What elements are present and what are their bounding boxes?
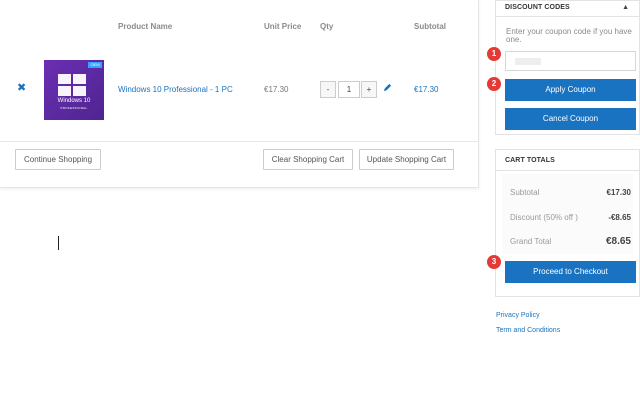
step-marker-1: 1 — [487, 47, 501, 61]
proceed-to-checkout-button[interactable]: Proceed to Checkout — [505, 261, 636, 283]
cart-panel: Product Name Unit Price Qty Subtotal ✖ O… — [0, 0, 479, 188]
update-cart-button[interactable]: Update Shopping Cart — [359, 149, 454, 170]
subtotal-value: €17.30 — [606, 188, 631, 197]
header-product-name: Product Name — [118, 22, 173, 31]
thumbnail-title: Windows 10 — [57, 98, 91, 104]
item-subtotal: €17.30 — [414, 85, 439, 94]
qty-increment-button[interactable]: + — [361, 81, 377, 98]
cart-totals-panel: CART TOTALS Subtotal €17.30 Discount (50… — [495, 149, 640, 297]
chevron-up-icon[interactable]: ▲ — [622, 4, 629, 11]
subtotal-row: Subtotal €17.30 — [510, 188, 631, 197]
grand-total-label: Grand Total — [510, 237, 552, 246]
grand-total-value: €8.65 — [605, 236, 631, 247]
divider — [0, 141, 479, 142]
continue-shopping-button[interactable]: Continue Shopping — [15, 149, 101, 170]
discount-codes-title: DISCOUNT CODES — [505, 4, 570, 11]
coupon-hint: Enter your coupon code if you have one. — [506, 27, 632, 44]
discount-codes-panel: DISCOUNT CODES ▲ Enter your coupon code … — [495, 0, 640, 135]
coupon-code-input[interactable] — [505, 51, 636, 71]
cancel-coupon-button[interactable]: Cancel Coupon — [505, 108, 636, 130]
pencil-icon[interactable] — [383, 83, 392, 94]
cart-totals-title: CART TOTALS — [505, 157, 555, 164]
header-subtotal: Subtotal — [414, 22, 446, 31]
terms-link[interactable]: Term and Conditions — [496, 327, 560, 334]
coupon-value — [515, 58, 541, 65]
subtotal-label: Subtotal — [510, 188, 540, 197]
text-cursor — [58, 236, 59, 250]
header-unit-price: Unit Price — [264, 22, 302, 31]
divider — [496, 170, 639, 171]
windows-logo-icon — [58, 74, 86, 96]
qty-decrement-button[interactable]: - — [320, 81, 336, 98]
product-thumbnail[interactable]: OEM Windows 10 PROFESSIONAL — [44, 60, 104, 120]
qty-input[interactable]: 1 — [338, 81, 360, 98]
header-qty: Qty — [320, 22, 334, 31]
step-marker-2: 2 — [487, 77, 501, 91]
product-name-link[interactable]: Windows 10 Professional - 1 PC — [118, 85, 233, 94]
clear-cart-button[interactable]: Clear Shopping Cart — [263, 149, 353, 170]
discount-value: -€8.65 — [608, 213, 631, 222]
oem-badge: OEM — [88, 62, 102, 68]
step-marker-3: 3 — [487, 255, 501, 269]
grand-total-row: Grand Total €8.65 — [510, 236, 631, 247]
apply-coupon-button[interactable]: Apply Coupon — [505, 79, 636, 101]
privacy-policy-link[interactable]: Privacy Policy — [496, 312, 540, 319]
discount-label: Discount (50% off ) — [510, 213, 578, 222]
thumbnail-subtitle: PROFESSIONAL — [60, 106, 88, 110]
divider — [496, 16, 639, 17]
unit-price: €17.30 — [264, 85, 289, 94]
discount-row: Discount (50% off ) -€8.65 — [510, 213, 631, 222]
remove-item-icon[interactable]: ✖ — [17, 83, 26, 94]
